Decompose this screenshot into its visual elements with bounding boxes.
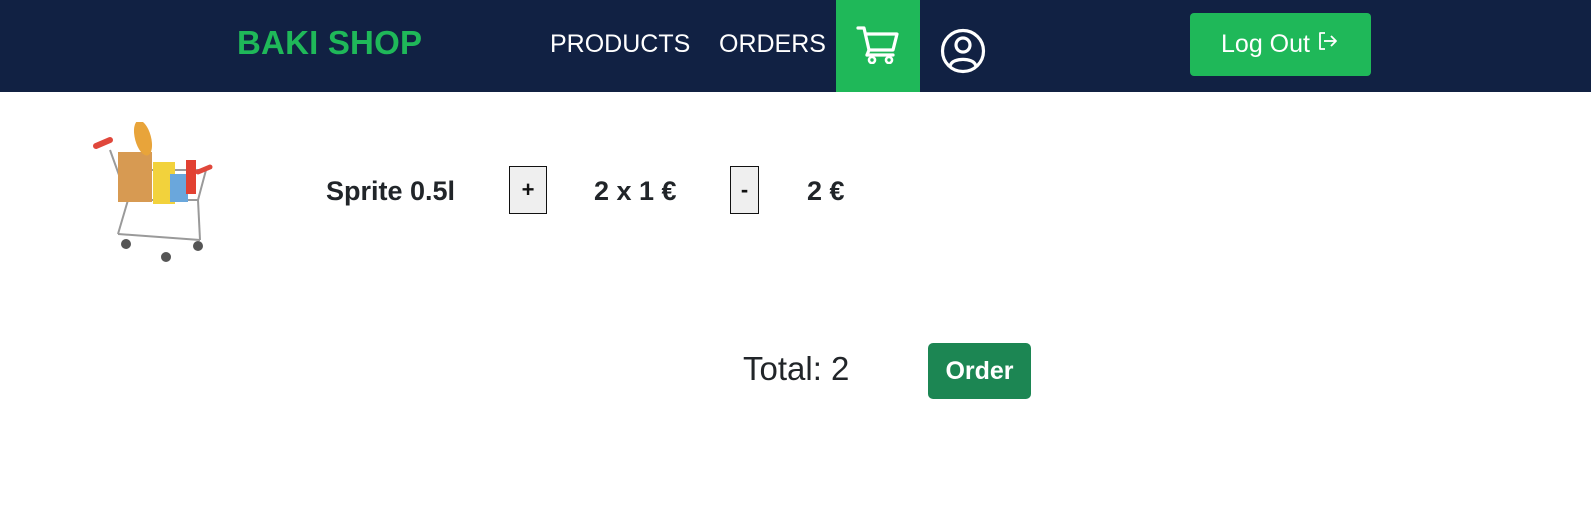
cart-total: Total: 2 (743, 350, 850, 387)
account-button[interactable] (940, 28, 986, 79)
item-quantity-price: 2 x 1 € (594, 176, 677, 206)
logout-arrow-icon (1316, 29, 1340, 60)
logout-button[interactable]: Log Out (1190, 13, 1371, 76)
order-button[interactable]: Order (928, 343, 1031, 399)
logout-label: Log Out (1221, 30, 1310, 58)
nav-link-orders[interactable]: ORDERS (719, 30, 826, 59)
cart-button[interactable] (836, 0, 920, 92)
item-subtotal: 2 € (807, 176, 845, 206)
increase-quantity-button[interactable]: + (509, 166, 547, 214)
product-image (88, 120, 278, 272)
user-circle-icon (940, 28, 986, 79)
navbar: BAKI SHOP PRODUCTS ORDERS Log Out (0, 0, 1591, 92)
cart-item-row: Sprite 0.5l + 2 x 1 € - 2 € (0, 92, 1591, 292)
nav-link-products[interactable]: PRODUCTS (550, 30, 690, 59)
brand-logo[interactable]: BAKI SHOP (237, 24, 422, 62)
decrease-quantity-button[interactable]: - (730, 166, 759, 214)
cart-icon (856, 24, 900, 69)
item-name: Sprite 0.5l (326, 176, 456, 206)
